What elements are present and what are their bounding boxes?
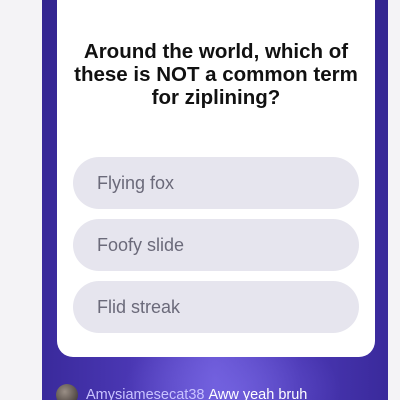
question-card: Around the world, which of these is NOT … xyxy=(57,0,375,357)
chat-username: Amysiamesecat38 xyxy=(86,387,205,400)
chat-message-text: Aww yeah bruh xyxy=(208,387,308,400)
user-avatar-icon xyxy=(56,384,78,400)
answer-option-1[interactable]: Flying fox xyxy=(73,157,359,209)
chat-message: Amysiamesecat38 Aww yeah bruh xyxy=(56,384,307,400)
game-stage: Around the world, which of these is NOT … xyxy=(42,0,388,400)
question-text: Around the world, which of these is NOT … xyxy=(74,40,358,109)
answer-option-2[interactable]: Foofy slide xyxy=(73,219,359,271)
answer-option-3[interactable]: Flid streak xyxy=(73,281,359,333)
